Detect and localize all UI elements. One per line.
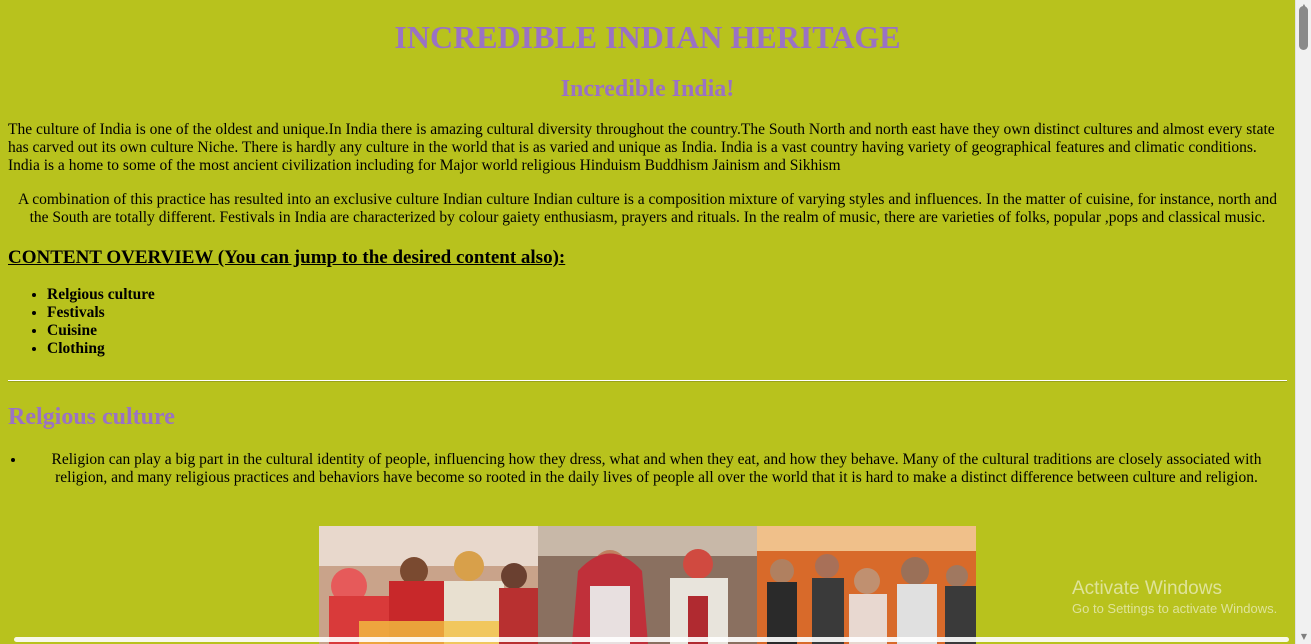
section-divider <box>8 380 1287 382</box>
activate-windows-title: Activate Windows <box>1072 578 1222 599</box>
vertical-scrollbar[interactable]: ▲ ▼ <box>1295 0 1311 644</box>
wedding-photo-gallery <box>319 526 976 644</box>
content-overview-heading: CONTENT OVERVIEW (You can jump to the de… <box>8 247 566 268</box>
second-paragraph: A combination of this practice has resul… <box>17 191 1277 226</box>
toc-link-religious-culture[interactable]: Relgious culture <box>47 286 155 303</box>
toc-item-festivals: Festivals <box>47 304 1287 322</box>
scrollbar-thumb[interactable] <box>1299 6 1308 50</box>
wedding-photo-2 <box>538 526 757 644</box>
toc-link-festivals[interactable]: Festivals <box>47 304 105 321</box>
toc-item-clothing: Clothing <box>47 340 1287 358</box>
page-title: INCREDIBLE INDIAN HERITAGE <box>394 19 901 55</box>
toc-link-clothing[interactable]: Clothing <box>47 340 105 357</box>
activate-windows-subtitle: Go to Settings to activate Windows. <box>1072 601 1278 616</box>
toc-item-religious-culture: Relgious culture <box>47 286 1287 304</box>
content-overview-list: Relgious culture Festivals Cuisine Cloth… <box>8 286 1287 358</box>
wedding-photo-3 <box>757 526 976 644</box>
toc-link-cuisine[interactable]: Cuisine <box>47 322 97 339</box>
activate-windows-watermark: Activate Windows Go to Settings to activ… <box>1072 578 1277 617</box>
religious-culture-list: Religion can play a big part in the cult… <box>8 451 1287 487</box>
religious-culture-heading: Relgious culture <box>8 404 175 430</box>
scroll-down-icon[interactable]: ▼ <box>1296 630 1311 644</box>
wedding-photo-1 <box>319 526 538 644</box>
toc-item-cuisine: Cuisine <box>47 322 1287 340</box>
intro-paragraph: The culture of India is one of the oldes… <box>8 121 1275 174</box>
page-subtitle: Incredible India! <box>560 76 735 102</box>
religious-culture-text: Religion can play a big part in the cult… <box>26 451 1287 487</box>
horizontal-scrollbar[interactable] <box>14 637 1289 642</box>
